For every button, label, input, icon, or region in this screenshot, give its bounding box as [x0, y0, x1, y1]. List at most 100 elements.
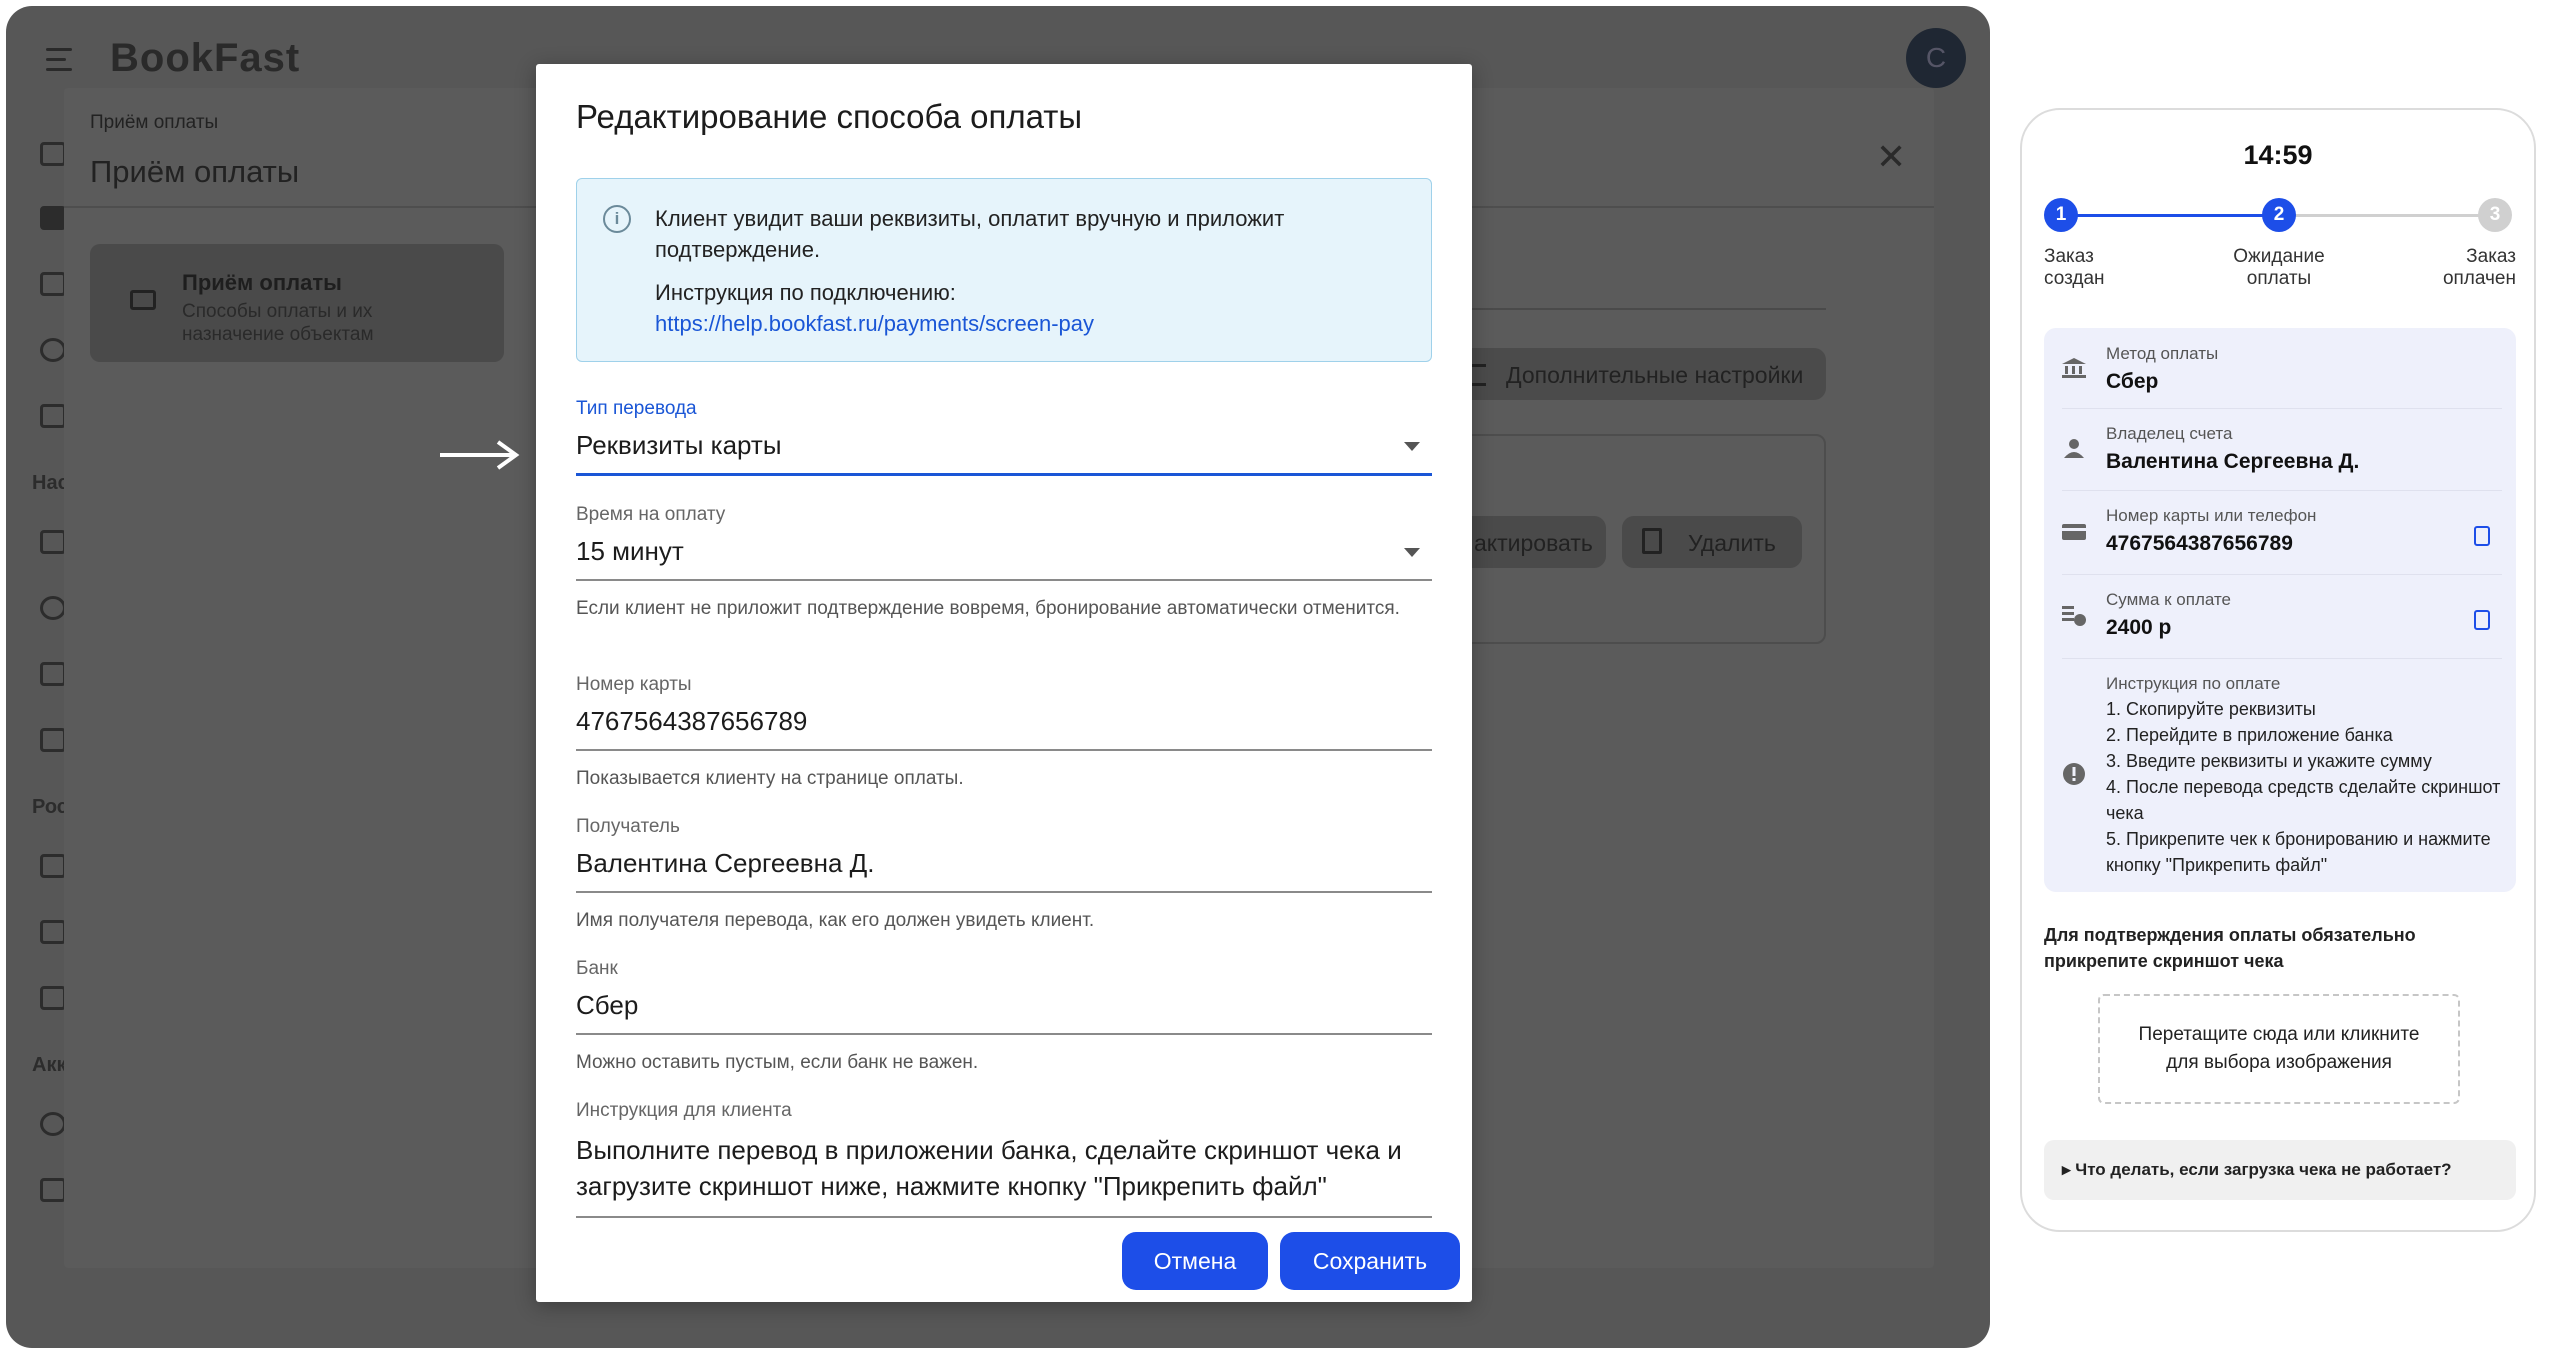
card-icon[interactable]	[40, 1178, 66, 1202]
step-3-dot: 3	[2478, 198, 2512, 232]
row-label: Сумма к оплате	[2106, 590, 2232, 609]
payment-time-select[interactable]: Время на оплату 15 минут Если клиент не …	[576, 504, 1432, 624]
door-icon[interactable]	[40, 530, 66, 554]
layout-icon[interactable]	[40, 142, 66, 166]
recipient-input[interactable]: Валентина Сергеевна Д.	[576, 848, 1432, 893]
chevron-down-icon	[1404, 548, 1420, 557]
copy-icon[interactable]	[2474, 526, 2490, 546]
bank-icon	[2062, 358, 2086, 378]
confirm-note: Для подтверждения оплаты обязательно при…	[2044, 925, 2416, 971]
copy-icon[interactable]	[2474, 610, 2490, 630]
row-value: Валентина Сергеевна Д.	[2106, 450, 2360, 473]
desktop-window: BookFast C Нас Рос Акк Приём оплаты Приё…	[6, 6, 1990, 1348]
payment-details-card: Метод оплаты Сбер Владелец счета Валенти…	[2044, 328, 2516, 892]
step-3-label: Заказ оплачен	[2442, 246, 2516, 289]
network-icon[interactable]	[40, 596, 66, 620]
card-subtitle: Способы оплаты и их назначение объектам	[182, 301, 374, 345]
page-title: Приём оплаты	[90, 154, 300, 189]
credit-card-icon	[2062, 524, 2086, 540]
save-button[interactable]: Сохранить	[1280, 1232, 1460, 1290]
dashboard-icon[interactable]	[40, 206, 66, 230]
table-icon[interactable]	[40, 728, 66, 752]
client-instruction-field[interactable]: Инструкция для клиента Выполните перевод…	[576, 1100, 1432, 1218]
instruction-item: 3. Введите реквизиты и укажите сумму	[2106, 751, 2432, 771]
field-label: Инструкция для клиента	[576, 1100, 792, 1121]
row-label: Номер карты или телефон	[2106, 506, 2317, 525]
recipient-field[interactable]: Получатель Валентина Сергеевна Д. Имя по…	[576, 816, 1432, 936]
stepper-track	[2282, 214, 2492, 217]
instruction-item: 2. Перейдите в приложение банка	[2106, 725, 2393, 745]
cash-icon	[130, 290, 156, 310]
client-instruction-textarea[interactable]: Выполните перевод в приложении банка, сд…	[576, 1132, 1432, 1218]
payment-settings-card[interactable]: Приём оплаты Способы оплаты и их назначе…	[90, 244, 504, 362]
transfer-type-select[interactable]: Тип перевода Реквизиты карты	[576, 398, 1432, 476]
menu-toggle-icon[interactable]	[46, 48, 80, 72]
store-icon[interactable]	[40, 920, 66, 944]
tag-icon[interactable]	[40, 854, 66, 878]
transfer-type-value[interactable]: Реквизиты карты	[576, 430, 1432, 476]
help-link[interactable]: https://help.bookfast.ru/payments/screen…	[655, 308, 1094, 339]
field-label: Тип перевода	[576, 398, 697, 419]
breadcrumb: Приём оплаты	[90, 112, 219, 133]
step-1-dot: 1	[2044, 198, 2078, 232]
party-icon[interactable]	[40, 986, 66, 1010]
divider	[2062, 408, 2502, 409]
field-label: Номер карты	[576, 674, 692, 695]
instruction-item: 1. Скопируйте реквизиты	[2106, 699, 2316, 719]
row-value: 4767564387656789	[2106, 532, 2293, 555]
row-value: Сбер	[2106, 370, 2159, 393]
sidebar-section-label: Рос	[32, 796, 68, 818]
edit-button[interactable]: актировать	[1456, 516, 1606, 568]
divider	[2062, 658, 2502, 659]
faq-toggle[interactable]: ▸ Что делать, если загрузка чека не рабо…	[2044, 1140, 2516, 1200]
select-value: 15 минут	[576, 536, 684, 566]
field-label: Время на оплату	[576, 504, 726, 525]
dialog-title: Редактирование способа оплаты	[576, 98, 1083, 135]
instruction-item: 5. Прикрепите чек к бронированию и нажми…	[2106, 829, 2491, 875]
step-2-label: Ожидание оплаты	[2233, 246, 2325, 289]
divider	[2062, 574, 2502, 575]
instructions-list: 1. Скопируйте реквизиты 2. Перейдите в п…	[2106, 696, 2506, 878]
phone-preview: 14:59 1 2 3 Заказ создан Ожидание оплаты…	[2020, 108, 2536, 1232]
card-number-input[interactable]: 4767564387656789	[576, 706, 1432, 751]
sidebar: Нас Рос Акк	[6, 116, 69, 1216]
row-label: Метод оплаты	[2106, 344, 2219, 363]
info-alert: i Клиент увидит ваши реквизиты, оплатит …	[576, 178, 1432, 362]
alert-icon	[2063, 763, 2085, 785]
avatar[interactable]: C	[1906, 28, 1966, 88]
payment-icon[interactable]	[40, 662, 66, 686]
row-label: Владелец счета	[2106, 424, 2233, 443]
field-help: Если клиент не приложит подтверждение во…	[576, 598, 1400, 619]
field-help: Показывается клиенту на странице оплаты.	[576, 768, 964, 789]
divider	[2062, 490, 2502, 491]
payment-time-value[interactable]: 15 минут	[576, 536, 1432, 581]
step-2-dot: 2	[2262, 198, 2296, 232]
bank-input[interactable]: Сбер	[576, 990, 1432, 1035]
status-time: 14:59	[2243, 140, 2313, 170]
trash-icon	[1642, 528, 1662, 554]
gear-icon[interactable]	[40, 1112, 66, 1136]
book-icon[interactable]	[40, 272, 66, 296]
row-value: 2400 р	[2106, 616, 2172, 639]
card-number-field[interactable]: Номер карты 4767564387656789 Показываетс…	[576, 674, 1432, 794]
owner-row: Владелец счета Валентина Сергеевна Д.	[2044, 410, 2516, 490]
instruction-item: 4. После перевода средств сделайте скрин…	[2106, 777, 2501, 823]
stepper-progress	[2066, 214, 2282, 217]
users-icon[interactable]	[40, 338, 66, 362]
arrow-pointer-icon	[440, 440, 520, 470]
bank-field[interactable]: Банк Сбер Можно оставить пустым, если ба…	[576, 958, 1432, 1078]
divider	[1456, 308, 1826, 310]
card-title: Приём оплаты	[182, 270, 342, 295]
cancel-button[interactable]: Отмена	[1122, 1232, 1268, 1290]
sidebar-section-label: Акк	[32, 1054, 67, 1076]
close-icon[interactable]: ✕	[1876, 136, 1906, 178]
card-row: Номер карты или телефон 4767564387656789	[2044, 492, 2516, 572]
amount-row: Сумма к оплате 2400 р	[2044, 576, 2516, 656]
method-row: Метод оплаты Сбер	[2044, 328, 2516, 408]
advanced-settings-button[interactable]: Дополнительные настройки	[1456, 348, 1826, 400]
field-help: Можно оставить пустым, если банк не важе…	[576, 1052, 979, 1073]
field-label: Получатель	[576, 816, 680, 837]
info-instruction-label: Инструкция по подключению:	[655, 280, 956, 305]
file-drop-zone[interactable]: Перетащите сюда или кликните для выбора …	[2098, 994, 2460, 1104]
chat-icon[interactable]	[40, 404, 66, 428]
